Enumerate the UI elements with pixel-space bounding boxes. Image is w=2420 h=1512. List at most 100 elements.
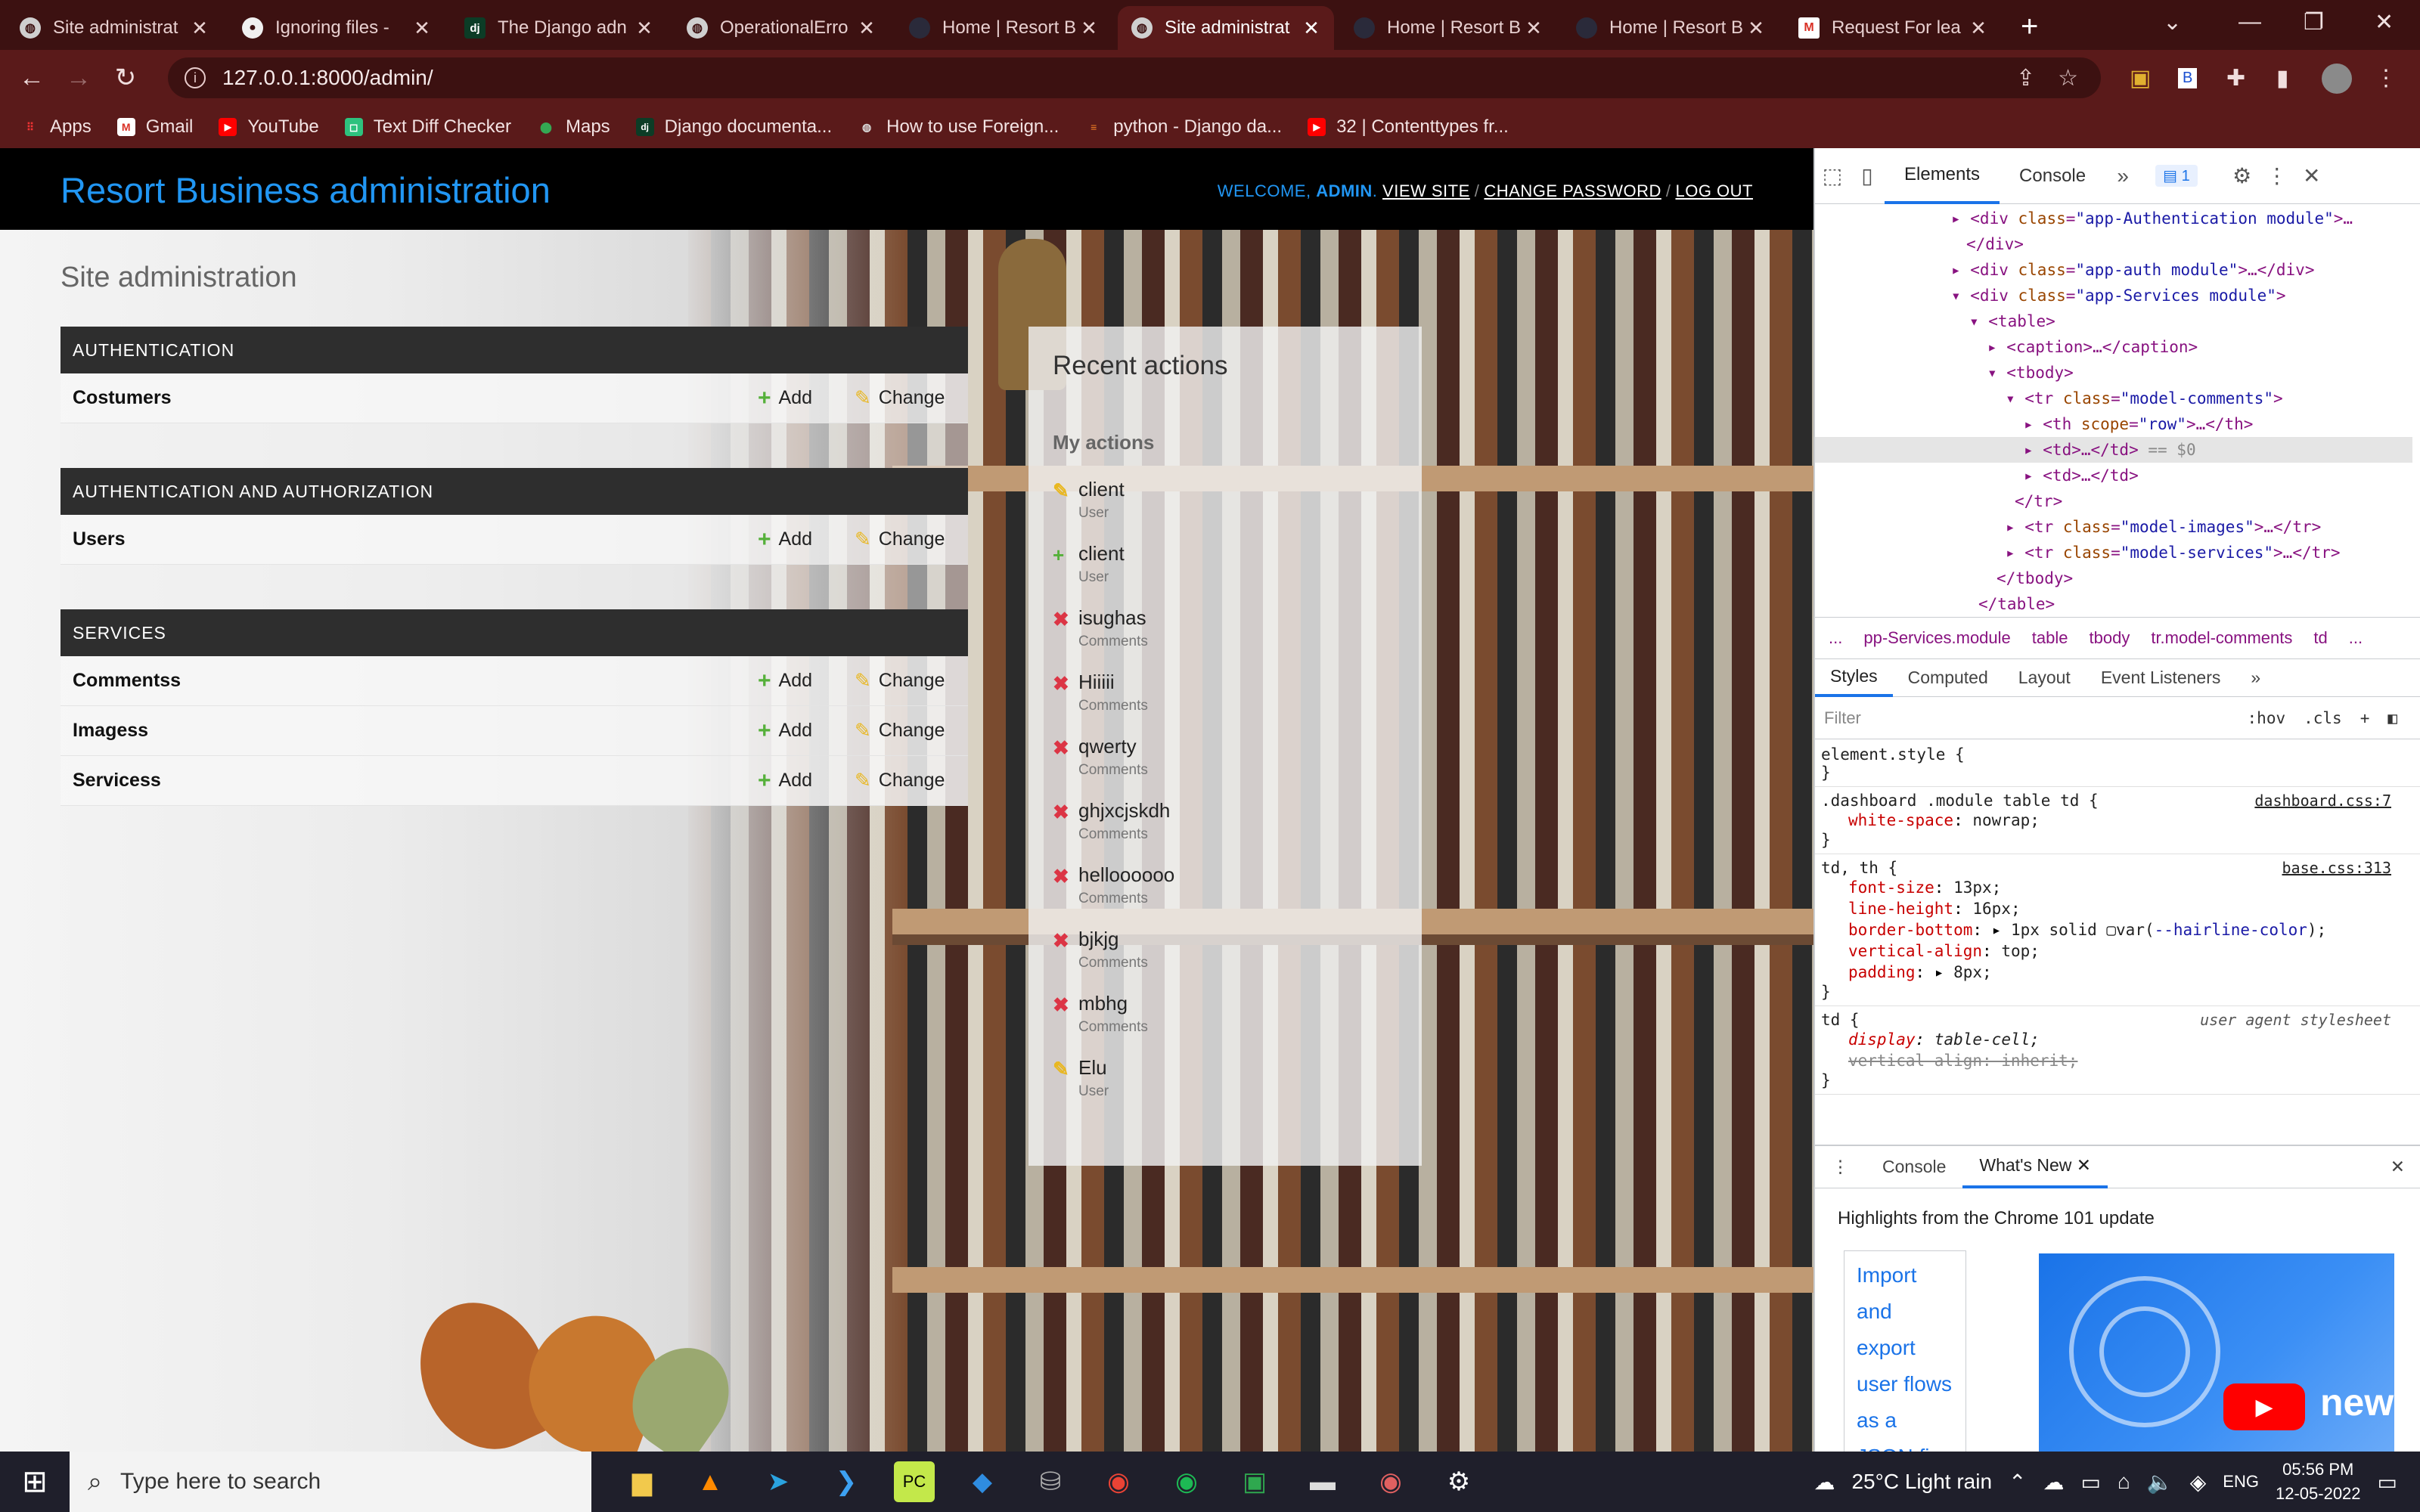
close-tab-icon[interactable]: ✕ [635,17,653,40]
bookmark-text-diff[interactable]: ◻ Text Diff Checker [344,116,511,138]
dom-node[interactable]: </tbody> [1815,565,2412,591]
tab-elements[interactable]: Elements [1885,148,2000,204]
minimize-icon[interactable]: — [2238,9,2261,35]
side-panel-icon[interactable]: ▮ [2276,65,2289,91]
hov-toggle[interactable]: :hov [2248,709,2286,727]
dom-tree[interactable]: ▸ <div class="app-Authentication module"… [1815,206,2412,614]
volume-icon[interactable]: 🔈 [2147,1470,2173,1495]
taskbar-search[interactable]: ⌕ Type here to search [70,1452,591,1512]
change-link[interactable]: ✎ Change [855,386,945,410]
spotify-icon[interactable]: ◉ [1166,1461,1207,1502]
style-rule[interactable]: .dashboard .module table td { dashboard.… [1815,787,2420,854]
crumb[interactable]: table [2032,628,2068,648]
add-link[interactable]: + Add [758,768,812,794]
tab-styles[interactable]: Styles [1815,659,1893,697]
chrome-profile-icon[interactable]: ◉ [1370,1461,1411,1502]
browser-tab[interactable]: ◍ OperationalErro ✕ [673,6,889,50]
site-branding[interactable]: Resort Business administration [60,169,551,211]
module-caption[interactable]: AUTHENTICATION [60,327,968,373]
whats-new-link[interactable]: Import and export user flows as a JSON f… [1844,1250,1966,1455]
devtools-menu-icon[interactable]: ⋮ [2260,163,2294,188]
language-indicator[interactable]: ENG [2223,1472,2259,1492]
site-info-icon[interactable]: i [185,67,206,88]
browser-tab[interactable]: M Request For lea ✕ [1785,6,2001,50]
crumb[interactable]: tr.model-comments [2151,628,2292,648]
extension-icon[interactable]: ▣ [2130,65,2151,91]
chrome-icon[interactable]: ◉ [1098,1461,1139,1502]
settings-gear-icon[interactable]: ⚙ [2225,163,2260,188]
close-tab-icon[interactable]: ✕ [1525,17,1543,40]
dom-node[interactable]: </div> [1815,231,2412,257]
bookmark-contenttypes[interactable]: ▶ 32 | Contenttypes fr... [1308,116,1509,138]
rule-source-link[interactable]: base.css:313 [2282,859,2392,877]
dom-node[interactable]: ▾ <tr class="model-comments"> [1815,386,2412,411]
recent-action-link[interactable]: bjkjg [1078,928,1118,951]
crumb[interactable]: pp-Services.module [1863,628,2010,648]
file-explorer-icon[interactable]: ▆ [622,1461,662,1502]
settings-gear-icon[interactable]: ⚙ [1438,1461,1479,1502]
telegram-icon[interactable]: ➤ [758,1461,799,1502]
tab-search-icon[interactable]: ⌄ [2163,9,2182,36]
close-tab-icon[interactable]: ✕ [1969,17,1987,40]
bookmark-gmail[interactable]: M Gmail [116,116,193,138]
browser-tab[interactable]: dj The Django adn ✕ [451,6,667,50]
recent-action-link[interactable]: helloooooo [1078,863,1174,887]
log-out-link[interactable]: LOG OUT [1675,181,1753,200]
new-rule-icon[interactable]: + [2360,709,2370,727]
terminal-icon[interactable]: ▬ [1302,1461,1343,1502]
onedrive-icon[interactable]: ☁ [2043,1470,2064,1495]
filter-input[interactable]: Filter [1824,708,1861,728]
battery-icon[interactable]: ▭ [2080,1470,2100,1495]
tab-console[interactable]: Console [2000,148,2105,204]
clock[interactable]: 05:56 PM 12-05-2022 [2276,1458,2361,1506]
vscode-icon[interactable]: ❯ [826,1461,867,1502]
azure-studio-icon[interactable]: ◆ [962,1461,1003,1502]
recent-action-link[interactable]: Elu [1078,1056,1107,1080]
drawer-menu-icon[interactable]: ⋮ [1815,1146,1866,1188]
device-toolbar-icon[interactable]: ▯ [1850,163,1885,188]
dom-node[interactable]: ▸ <caption>…</caption> [1815,334,2412,360]
inspect-element-icon[interactable]: ⬚ [1815,163,1850,188]
whats-new-video[interactable]: ▶ new [2039,1253,2394,1453]
recent-action-link[interactable]: qwerty [1078,735,1137,758]
style-rule[interactable]: td, th { base.css:313 font-size: 13px; l… [1815,854,2420,1006]
style-rule[interactable]: td { user agent stylesheet display: tabl… [1815,1006,2420,1095]
change-link[interactable]: ✎ Change [855,719,945,742]
tab-computed[interactable]: Computed [1893,659,2003,697]
toggle-sidebar-icon[interactable]: ◧ [2387,709,2397,727]
browser-tab[interactable]: Home | Resort B ✕ [1340,6,1556,50]
tray-overflow-icon[interactable]: ⌃ [2009,1470,2026,1495]
new-tab-button[interactable]: + [2021,10,2038,44]
dom-node-selected[interactable]: ▸ <td>…</td> == $0 [1815,437,2412,463]
dom-node[interactable]: ▾ <div class="app-Services module"> [1815,283,2412,308]
share-icon[interactable]: ⇪ [2016,65,2035,91]
recent-action-link[interactable]: ghjxcjskdh [1078,799,1170,823]
bookmark-maps[interactable]: ⬤ Maps [537,116,610,138]
browser-tab-active[interactable]: ◍ Site administrat ✕ [1118,6,1334,50]
bookmark-stackoverflow[interactable]: ≡ python - Django da... [1084,116,1282,138]
dom-node[interactable]: ▸ <th scope="row">…</th> [1815,411,2412,437]
module-caption[interactable]: AUTHENTICATION AND AUTHORIZATION [60,468,968,515]
style-rule[interactable]: element.style { } [1815,741,2420,787]
photos-icon[interactable]: ▣ [1234,1461,1275,1502]
pycharm-icon[interactable]: PC [894,1461,935,1502]
close-drawer-icon[interactable]: ✕ [2391,1157,2405,1177]
menu-dots-icon[interactable]: ⋮ [2375,65,2397,91]
browser-tab[interactable]: ● Ignoring files - ✕ [228,6,445,50]
tab-layout[interactable]: Layout [2003,659,2086,697]
dom-node[interactable]: ▸ <div class="app-Authentication module"… [1815,206,2412,231]
drawer-tab-console[interactable]: Console [1866,1146,1962,1188]
browser-tab[interactable]: ◍ Site administrat ✕ [6,6,222,50]
crumb[interactable]: ... [1829,628,1842,648]
dropbox-icon[interactable]: ◈ [2190,1470,2207,1495]
model-link[interactable]: Imagess [73,720,148,742]
tab-event-listeners[interactable]: Event Listeners [2086,659,2236,697]
recent-action-link[interactable]: client [1078,478,1125,501]
dom-node[interactable]: </tr> [1815,488,2412,514]
windows-start-icon[interactable]: ⊞ [0,1464,70,1499]
forward-icon[interactable]: → [64,64,94,93]
close-tab-icon[interactable]: ✕ [413,17,431,40]
bookmark-apps[interactable]: ⠿ Apps [21,116,92,138]
bookmark-foreign-key[interactable]: ◍ How to use Foreign... [858,116,1059,138]
recent-action-link[interactable]: client [1078,542,1125,565]
